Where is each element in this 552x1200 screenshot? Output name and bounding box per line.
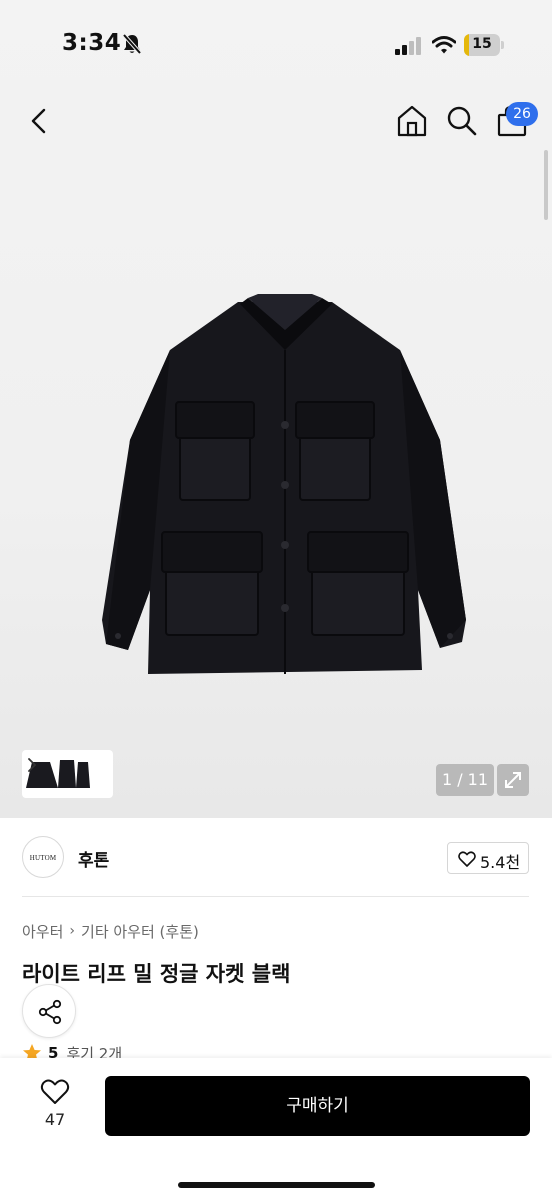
search-icon[interactable]: [446, 104, 478, 138]
heart-icon: [40, 1079, 70, 1104]
battery-level: 15: [472, 36, 492, 52]
store-like-count: 5.4천: [480, 853, 521, 872]
bottom-action-bar: 47 구매하기: [0, 1058, 552, 1200]
home-indicator: [178, 1182, 375, 1188]
cellular-signal-icon: [395, 37, 421, 55]
share-icon: [38, 999, 62, 1025]
chevron-right-icon: ›: [69, 923, 76, 939]
status-time: 3:34: [62, 30, 122, 56]
expand-arrows-icon: [505, 772, 521, 788]
cart-count-badge[interactable]: 26: [506, 102, 538, 126]
expand-image-button[interactable]: [497, 764, 529, 796]
heart-icon: [458, 851, 476, 867]
thumbnail-strip[interactable]: [22, 750, 113, 798]
product-image[interactable]: [100, 290, 470, 690]
wishlist-button[interactable]: 47: [32, 1076, 78, 1134]
breadcrumb: 아우터 › 기타 아우터 (후톤): [22, 920, 199, 942]
share-button[interactable]: [22, 984, 76, 1038]
divider: [22, 896, 529, 897]
buy-button[interactable]: 구매하기: [105, 1076, 530, 1136]
store-like-button[interactable]: 5.4천: [447, 842, 529, 874]
product-title: 라이트 리프 밀 정글 자켓 블랙: [22, 962, 291, 986]
breadcrumb-item-other-outer[interactable]: 기타 아우터 (후톤): [81, 921, 199, 942]
home-icon[interactable]: [396, 104, 428, 138]
wifi-icon: [432, 36, 456, 54]
wishlist-count: 47: [44, 1110, 66, 1129]
chevron-right-icon: [28, 758, 37, 772]
store-logo[interactable]: HUTOM: [22, 836, 64, 878]
scroll-indicator: [544, 150, 548, 220]
battery-indicator: 15: [464, 34, 504, 56]
image-page-counter: 1 / 11: [436, 764, 494, 796]
status-bar: 3:34 15: [0, 0, 552, 90]
breadcrumb-item-outer[interactable]: 아우터: [22, 921, 63, 942]
store-name[interactable]: 후톤: [78, 846, 109, 871]
bell-slash-icon: [122, 33, 142, 55]
back-chevron-icon[interactable]: [24, 104, 56, 138]
